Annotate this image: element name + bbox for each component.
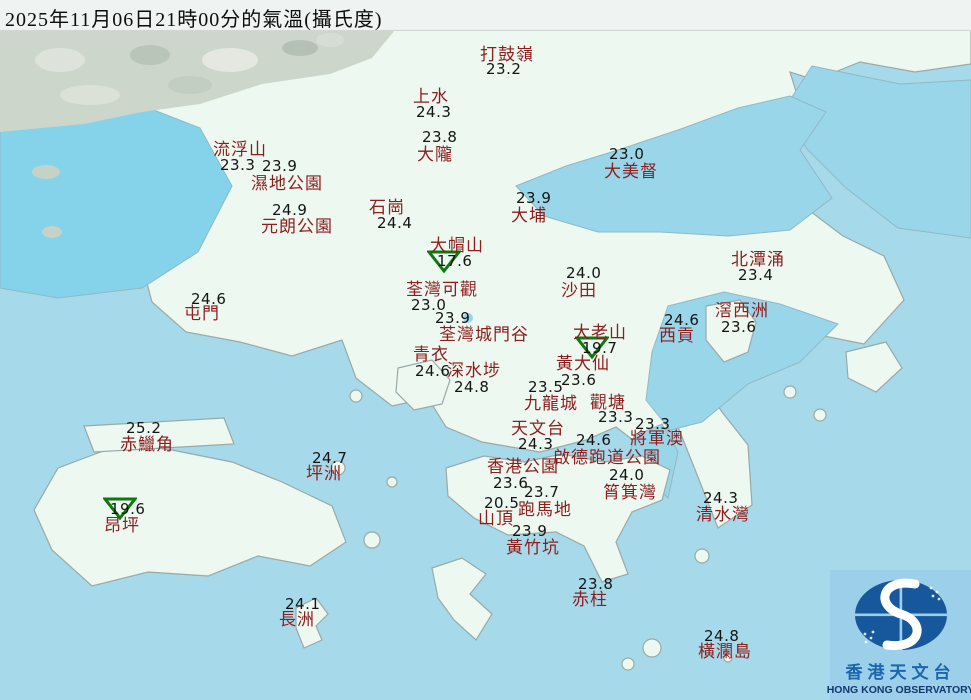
station-temp-value: 23.6 — [561, 371, 597, 389]
station-temp-value: 24.6 — [191, 290, 227, 308]
station-name-label: 濕地公園 — [251, 174, 323, 193]
station-temp-value: 24.4 — [377, 214, 413, 232]
station-temp-value: 24.1 — [285, 595, 321, 613]
station-name-label: 清水灣 — [696, 505, 750, 524]
station-name-label: 沙田 — [561, 281, 597, 300]
island-tung-lung — [694, 548, 710, 564]
station-name-label: 大美督 — [604, 162, 658, 181]
station-name-label: 橫瀾島 — [698, 642, 752, 661]
station-name-label: 大隴 — [417, 145, 453, 164]
station-name-label: 青衣 — [413, 345, 449, 364]
hong-kong-map — [0, 0, 971, 700]
station-temp-value: 23.6 — [721, 318, 757, 336]
island-small — [783, 385, 797, 399]
station-name-label: 跑馬地 — [518, 500, 572, 519]
station-temp-value: 23.2 — [486, 60, 522, 78]
station-name-label: 大埔 — [511, 206, 547, 225]
deep-bay-islet — [32, 165, 60, 179]
island-po-toi — [642, 638, 662, 658]
station-temp-value: 24.0 — [609, 466, 645, 484]
station-name-label: 長洲 — [279, 610, 315, 629]
station-name-label: 香港公園 — [487, 457, 559, 476]
station-temp-value: 24.6 — [664, 311, 700, 329]
station-temp-value: 23.8 — [422, 128, 458, 146]
station-temp-value: 23.3 — [598, 408, 634, 426]
station-temp-value: 23.9 — [435, 309, 471, 327]
station-name-label: 赤鱲角 — [120, 435, 174, 454]
station-temp-value: 24.3 — [703, 489, 739, 507]
station-name-label: 深水埗 — [447, 361, 501, 380]
station-temp-value: 24.8 — [704, 627, 740, 645]
station-name-label: 西貢 — [659, 326, 695, 345]
station-name-label: 元朗公園 — [261, 217, 333, 236]
hko-logo-chinese-name: 香港天文台 — [845, 663, 956, 682]
station-temp-value: 24.9 — [272, 201, 308, 219]
station-name-label: 坪洲 — [306, 464, 342, 483]
island-small — [621, 657, 635, 671]
station-name-label: 黃竹坑 — [506, 538, 560, 557]
station-temp-value: 20.5 — [484, 494, 520, 512]
island-kau-yi-chau — [386, 476, 398, 488]
station-name-label: 啟德跑道公園 — [553, 448, 661, 467]
station-temp-value: 23.9 — [262, 157, 298, 175]
station-temp-value: 19.7 — [582, 339, 618, 357]
station-temp-value: 23.7 — [524, 483, 560, 501]
hko-logo-block: 香港天文台 HONG KONG OBSERVATORY — [826, 570, 971, 700]
station-temp-value: 24.6 — [415, 362, 451, 380]
station-name-label: 筲箕灣 — [603, 483, 657, 502]
island-ma-wan — [349, 389, 363, 403]
island-hei-ling-chau — [363, 531, 381, 549]
deep-bay-islet — [42, 226, 62, 238]
station-name-label: 赤柱 — [572, 590, 608, 609]
station-temp-value: 24.6 — [576, 431, 612, 449]
station-temp-value: 23.4 — [738, 266, 774, 284]
station-name-label: 九龍城 — [524, 394, 578, 413]
station-temp-value: 23.3 — [220, 156, 256, 174]
station-temp-value: 24.8 — [454, 378, 490, 396]
station-temp-value: 19.6 — [110, 500, 146, 518]
station-name-label: 荃灣城門谷 — [439, 325, 529, 344]
station-name-label: 山頂 — [478, 509, 514, 528]
station-temp-value: 25.2 — [126, 419, 162, 437]
station-temp-value: 23.5 — [528, 378, 564, 396]
station-temp-value: 24.0 — [566, 264, 602, 282]
station-name-label: 昂坪 — [104, 516, 140, 535]
station-temp-value: 24.3 — [518, 435, 554, 453]
station-temp-value: 23.9 — [512, 522, 548, 540]
station-temp-value: 23.9 — [516, 189, 552, 207]
station-temp-value: 23.3 — [635, 415, 671, 433]
station-temp-value: 24.3 — [416, 103, 452, 121]
station-name-label: 黃大仙 — [556, 354, 610, 373]
page-title: 2025年11月06日21時00分的氣溫(攝氏度) — [5, 9, 383, 31]
station-temp-value: 23.0 — [609, 145, 645, 163]
hko-logo-english-name: HONG KONG OBSERVATORY — [826, 684, 971, 696]
title-bar: 2025年11月06日21時00分的氣溫(攝氏度) — [0, 0, 971, 31]
temperature-map-screen: 23.2 打鼓嶺 24.3 上水 23.3 流浮山 23.9 濕地公園 23.8 大隴 23.0 大美… — [0, 0, 971, 700]
station-temp-value: 23.8 — [578, 575, 614, 593]
island-small — [813, 408, 827, 422]
station-name-label: 滘西洲 — [715, 301, 769, 320]
hko-s-ellipse-logo-icon — [852, 578, 949, 652]
station-temp-value: 24.7 — [312, 449, 348, 467]
station-temp-value: 17.6 — [437, 252, 473, 270]
